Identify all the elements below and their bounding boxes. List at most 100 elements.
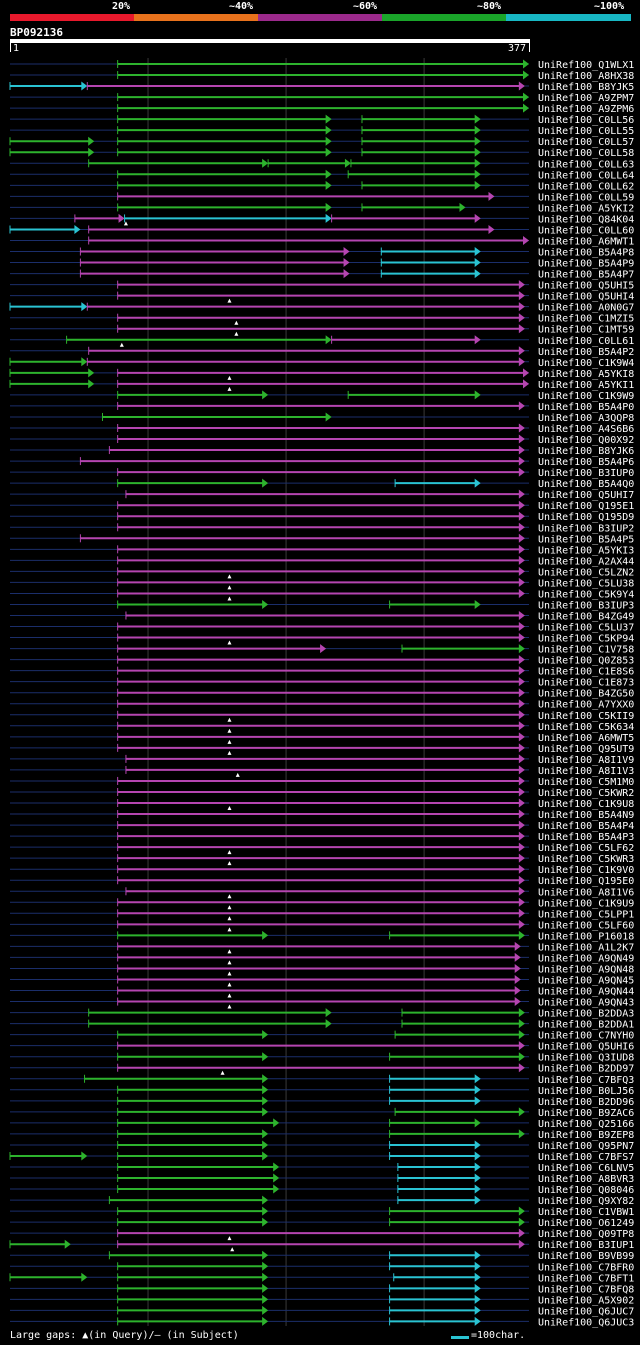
hit-label: UniRef100_C1MT59 — [538, 325, 634, 336]
hit-label: UniRef100_C7BFQ3 — [538, 1075, 634, 1086]
hit-label: UniRef100_B9ZAC6 — [538, 1108, 634, 1119]
hit-label: UniRef100_B2DD97 — [538, 1064, 634, 1075]
hit-label: UniRef100_Q9XY82 — [538, 1196, 634, 1207]
segment-arrowhead — [518, 644, 525, 654]
segment-arrowhead — [88, 368, 95, 378]
query-gap-marker — [227, 596, 232, 601]
hit-label: UniRef100_C5LF60 — [538, 920, 634, 931]
hit-label: UniRef100_A8HX38 — [538, 71, 634, 82]
segment-arrowhead — [518, 81, 525, 91]
segment-arrowhead — [518, 666, 525, 676]
hit-label: UniRef100_A8I1V9 — [538, 755, 634, 766]
segment-arrowhead — [518, 1052, 525, 1062]
hit-label: UniRef100_B5A4P5 — [538, 534, 634, 545]
segment-arrowhead — [262, 1096, 269, 1106]
hit-label: UniRef100_C1K9V0 — [538, 865, 634, 876]
segment-arrowhead — [518, 588, 525, 598]
segment-arrowhead — [523, 103, 529, 113]
hit-label: UniRef100_C5KII9 — [538, 711, 634, 722]
hit-label: UniRef100_A9ZPM7 — [538, 93, 634, 104]
segment-arrowhead — [518, 533, 525, 543]
hit-label: UniRef100_A9ZPM6 — [538, 104, 634, 115]
hit-label: UniRef100_B0LJ56 — [538, 1086, 634, 1097]
hit-label: UniRef100_C7NYH0 — [538, 1031, 634, 1042]
segment-arrowhead — [518, 875, 525, 885]
segment-arrowhead — [262, 1272, 269, 1282]
segment-arrowhead — [262, 1195, 269, 1205]
hit-label: UniRef100_B5A4P0 — [538, 402, 634, 413]
segment-arrowhead — [262, 1250, 269, 1260]
segment-arrowhead — [343, 258, 350, 268]
segment-arrowhead — [518, 622, 525, 632]
segment-arrowhead — [518, 809, 525, 819]
hit-label: UniRef100_C1K9U9 — [538, 898, 634, 909]
segment-arrowhead — [518, 302, 525, 312]
hit-label: UniRef100_C0LL57 — [538, 137, 634, 148]
segment-arrowhead — [474, 258, 481, 268]
hit-label: UniRef100_A5YKI8 — [538, 369, 634, 380]
segment-arrowhead — [474, 390, 481, 400]
hit-label: UniRef100_B5A4P8 — [538, 248, 634, 259]
query-gap-marker — [227, 386, 232, 391]
segment-arrowhead — [74, 224, 81, 234]
segment-arrowhead — [518, 721, 525, 731]
hit-label: UniRef100_A4S6B6 — [538, 424, 634, 435]
query-gap-marker — [227, 927, 232, 932]
segment-arrowhead — [518, 1041, 525, 1051]
hit-label: UniRef100_Q6JUC3 — [538, 1317, 634, 1328]
segment-arrowhead — [474, 335, 481, 345]
segment-arrowhead — [518, 864, 525, 874]
segment-arrowhead — [474, 247, 481, 257]
hit-label: UniRef100_C5KWR3 — [538, 854, 634, 865]
hit-label: UniRef100_B8YJK6 — [538, 446, 634, 457]
segment-arrowhead — [64, 1239, 71, 1249]
segment-arrowhead — [518, 577, 525, 587]
segment-arrowhead — [262, 1074, 269, 1084]
hit-label: UniRef100_B5A4P6 — [538, 457, 634, 468]
query-gap-marker — [227, 916, 232, 921]
hit-label: UniRef100_C0LL63 — [538, 159, 634, 170]
hit-label: UniRef100_A1L2K7 — [538, 942, 634, 953]
segment-arrowhead — [518, 842, 525, 852]
hit-label: UniRef100_C1K9W9 — [538, 391, 634, 402]
segment-arrowhead — [518, 688, 525, 698]
segment-arrowhead — [518, 1030, 525, 1040]
segment-arrowhead — [325, 1008, 332, 1018]
hit-label: UniRef100_B2DDA1 — [538, 1020, 634, 1031]
segment-arrowhead — [325, 213, 332, 223]
segment-arrowhead — [523, 92, 529, 102]
segment-arrowhead — [518, 1008, 525, 1018]
segment-arrowhead — [474, 1283, 481, 1293]
hit-label: UniRef100_O61249 — [538, 1218, 634, 1229]
segment-arrowhead — [518, 346, 525, 356]
hit-label: UniRef100_C0LL59 — [538, 192, 634, 203]
segment-arrowhead — [518, 456, 525, 466]
query-gap-marker — [227, 1004, 232, 1009]
query-gap-marker — [227, 717, 232, 722]
segment-arrowhead — [523, 379, 529, 389]
segment-arrowhead — [488, 224, 495, 234]
hit-label: UniRef100_C1V758 — [538, 645, 634, 656]
segment-arrowhead — [88, 136, 95, 146]
segment-arrowhead — [474, 125, 481, 135]
query-gap-marker — [119, 342, 124, 347]
hit-label: UniRef100_C0LL61 — [538, 336, 634, 347]
hit-label: UniRef100_B8YJK5 — [538, 82, 634, 93]
segment-arrowhead — [474, 147, 481, 157]
hit-label: UniRef100_B5A4P7 — [538, 270, 634, 281]
segment-arrowhead — [262, 1316, 269, 1326]
segment-arrowhead — [518, 897, 525, 907]
segment-arrowhead — [518, 357, 525, 367]
hit-label: UniRef100_C7BFS7 — [538, 1152, 634, 1163]
segment-arrowhead — [518, 489, 525, 499]
query-gap-marker — [227, 905, 232, 910]
query-gap-marker — [227, 982, 232, 987]
hit-label: UniRef100_C0LL62 — [538, 181, 634, 192]
query-gap-marker — [227, 1236, 232, 1241]
hit-label: UniRef100_B9VB99 — [538, 1251, 634, 1262]
segment-arrowhead — [474, 1118, 481, 1128]
hit-label: UniRef100_B5A4P2 — [538, 347, 634, 358]
segment-arrowhead — [325, 412, 332, 422]
segment-arrowhead — [518, 820, 525, 830]
segment-arrowhead — [518, 919, 525, 929]
